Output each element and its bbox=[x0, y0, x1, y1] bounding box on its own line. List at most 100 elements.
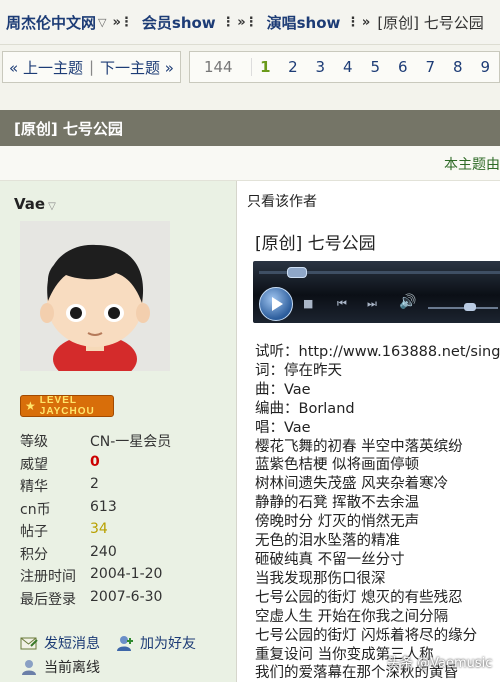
stat-row: cn币 613 bbox=[20, 499, 171, 522]
user-offline-icon bbox=[22, 660, 36, 675]
breadcrumb-item-site[interactable]: 周杰伦中文网 bbox=[0, 12, 96, 33]
page-link[interactable]: 4 bbox=[334, 58, 361, 76]
chevron-down-icon[interactable]: ▽ bbox=[98, 16, 106, 29]
stop-icon[interactable]: ■ bbox=[303, 297, 313, 310]
volume-slider[interactable] bbox=[428, 307, 498, 309]
post-line: 七号公园的街灯 闪烁着将尽的缘分 bbox=[255, 627, 478, 644]
thread-sub-bar: 本主题由 bbox=[0, 146, 500, 181]
page-link[interactable]: 6 bbox=[389, 58, 416, 76]
thread-title-bar: [原创] 七号公园 bbox=[0, 110, 500, 146]
breadcrumb: 周杰伦中文网 ▽ »⋮ 会员show ⋮ »⋮ 演唱show ⋮ » [原创] … bbox=[0, 0, 500, 45]
post-line: 蓝紫色桔梗 似将画面停顿 bbox=[255, 457, 420, 474]
author-name[interactable]: Vae ▽ bbox=[14, 195, 56, 213]
post-panel: 只看该作者 [原创] 七号公园 ■ ⏮ ⏭ 🔊 试听：http://www.16… bbox=[237, 181, 500, 682]
watermark: 头条 @Vaemusic bbox=[387, 656, 493, 671]
stat-value: CN-一星会员 bbox=[90, 434, 172, 450]
stat-label: 帖子 bbox=[20, 524, 48, 540]
thread-title: [原创] 七号公园 bbox=[14, 119, 123, 138]
breadcrumb-separator-icon: »⋮ bbox=[112, 14, 132, 30]
author-name-text[interactable]: Vae bbox=[14, 195, 45, 213]
post-line: 树林间遗失茂盛 风夹杂着寒冷 bbox=[255, 476, 449, 493]
stat-row: 注册时间 2004-1-20 bbox=[20, 566, 171, 589]
author-actions: 发短消息 加为好友 当前离线 bbox=[20, 631, 212, 679]
post-line: 曲：Vae bbox=[255, 381, 311, 398]
envelope-icon bbox=[20, 637, 38, 650]
stat-row: 等级 CN-一星会员 bbox=[20, 431, 171, 454]
stat-row: 最后登录 2007-6-30 bbox=[20, 589, 171, 612]
stat-value: 34 bbox=[90, 521, 108, 537]
stat-row: 积分 240 bbox=[20, 544, 171, 567]
breadcrumb-item-member-show[interactable]: 会员show bbox=[136, 12, 216, 33]
post-line: 试听：http://www.163888.net/sing bbox=[255, 344, 500, 360]
only-author-link[interactable]: 只看该作者 bbox=[247, 191, 317, 211]
page-link[interactable]: 5 bbox=[362, 58, 389, 76]
avatar bbox=[20, 221, 170, 371]
level-badge-text: LEVEL JAYCHOU bbox=[39, 395, 95, 417]
add-friend-label[interactable]: 加为好友 bbox=[140, 633, 196, 653]
chevron-down-icon[interactable]: ▽ bbox=[48, 201, 56, 212]
stat-value: 0 bbox=[90, 453, 100, 470]
author-actions-row: 发短消息 加为好友 bbox=[20, 631, 212, 655]
post-line: 静静的石凳 挥散不去余温 bbox=[255, 495, 420, 512]
post-line: 傍晚时分 灯灭的悄然无声 bbox=[255, 514, 420, 531]
stat-label: 最后登录 bbox=[20, 591, 76, 608]
add-friend-button[interactable]: 加为好友 bbox=[116, 633, 196, 653]
online-status: 当前离线 bbox=[44, 660, 100, 676]
page-link[interactable]: 8 bbox=[444, 58, 471, 76]
post-line: 当我发现那伤口很深 bbox=[255, 570, 386, 587]
next-icon[interactable]: ⏭ bbox=[367, 297, 377, 311]
seek-handle[interactable] bbox=[287, 267, 307, 278]
stat-value: 2007-6-30 bbox=[90, 588, 163, 605]
post-body: 试听：http://www.163888.net/sing 词：停在昨天 曲：V… bbox=[255, 343, 500, 682]
stat-label: 等级 bbox=[20, 434, 48, 450]
send-message-button[interactable]: 发短消息 bbox=[20, 633, 100, 653]
breadcrumb-item-singing-show[interactable]: 演唱show bbox=[261, 12, 341, 33]
post-line: 空虚人生 开始在你我之间分隔 bbox=[255, 608, 449, 625]
stat-row: 威望 0 bbox=[20, 454, 171, 477]
pagination-total: 144 bbox=[190, 58, 252, 76]
post-line: 词：停在昨天 bbox=[255, 362, 342, 379]
page-link[interactable]: 7 bbox=[417, 58, 444, 76]
breadcrumb-current: [原创] 七号公园 bbox=[377, 13, 484, 32]
send-message-label[interactable]: 发短消息 bbox=[44, 633, 100, 653]
previous-icon[interactable]: ⏮ bbox=[337, 297, 347, 311]
prev-thread-link[interactable]: « 上一主题 bbox=[9, 57, 83, 78]
post-line: 无色的泪水坠落的精准 bbox=[255, 533, 400, 550]
user-add-icon bbox=[117, 636, 133, 651]
stat-label: 积分 bbox=[20, 546, 48, 563]
stat-label: 威望 bbox=[20, 456, 48, 473]
stat-value: 240 bbox=[90, 543, 117, 560]
stat-label: 注册时间 bbox=[20, 569, 76, 585]
stat-value: 2004-1-20 bbox=[90, 566, 163, 582]
pager-row: « 上一主题 | 下一主题 » 144 1 2 3 4 5 6 7 8 9 bbox=[0, 48, 500, 86]
page-link[interactable]: 3 bbox=[307, 58, 334, 76]
nav-divider: | bbox=[88, 58, 95, 76]
stat-label: cn币 bbox=[20, 501, 51, 518]
breadcrumb-separator-icon: ⋮ » bbox=[346, 14, 370, 30]
author-stats: 等级 CN-一星会员 威望 0 精华 2 cn币 613 帖子 34 积分 24… bbox=[20, 431, 171, 611]
stat-label: 精华 bbox=[20, 479, 48, 495]
volume-handle[interactable] bbox=[464, 303, 476, 311]
author-panel: Vae ▽ ★ LEVEL JAYCHOU 等级 CN-一星会员 威望 0 精华… bbox=[0, 181, 237, 682]
thread-nav: « 上一主题 | 下一主题 » bbox=[2, 51, 181, 83]
post-line: 编曲：Borland bbox=[255, 400, 355, 417]
online-status-row: 当前离线 bbox=[20, 655, 212, 679]
page-link[interactable]: 9 bbox=[471, 58, 498, 76]
page-link-current[interactable]: 1 bbox=[252, 58, 279, 76]
breadcrumb-separator-icon: ⋮ »⋮ bbox=[221, 14, 258, 30]
post-line: 七号公园的街灯 熄灭的有些残忍 bbox=[255, 589, 463, 606]
next-thread-link[interactable]: 下一主题 » bbox=[100, 57, 174, 78]
volume-icon[interactable]: 🔊 bbox=[399, 294, 416, 310]
star-icon: ★ bbox=[25, 399, 36, 413]
page-link[interactable]: 2 bbox=[279, 58, 306, 76]
play-button[interactable] bbox=[259, 287, 293, 321]
media-player: ■ ⏮ ⏭ 🔊 bbox=[253, 261, 500, 323]
moderation-link[interactable]: 本主题由 bbox=[444, 154, 500, 174]
stat-row: 帖子 34 bbox=[20, 521, 171, 544]
post-line: 唱：Vae bbox=[255, 419, 311, 436]
avatar-cartoon-image bbox=[20, 221, 170, 371]
stat-value: 2 bbox=[90, 476, 99, 492]
post-title: [原创] 七号公园 bbox=[255, 234, 376, 254]
level-badge: ★ LEVEL JAYCHOU bbox=[20, 395, 114, 417]
post-line: 樱花飞舞的初春 半空中落英缤纷 bbox=[255, 438, 463, 455]
